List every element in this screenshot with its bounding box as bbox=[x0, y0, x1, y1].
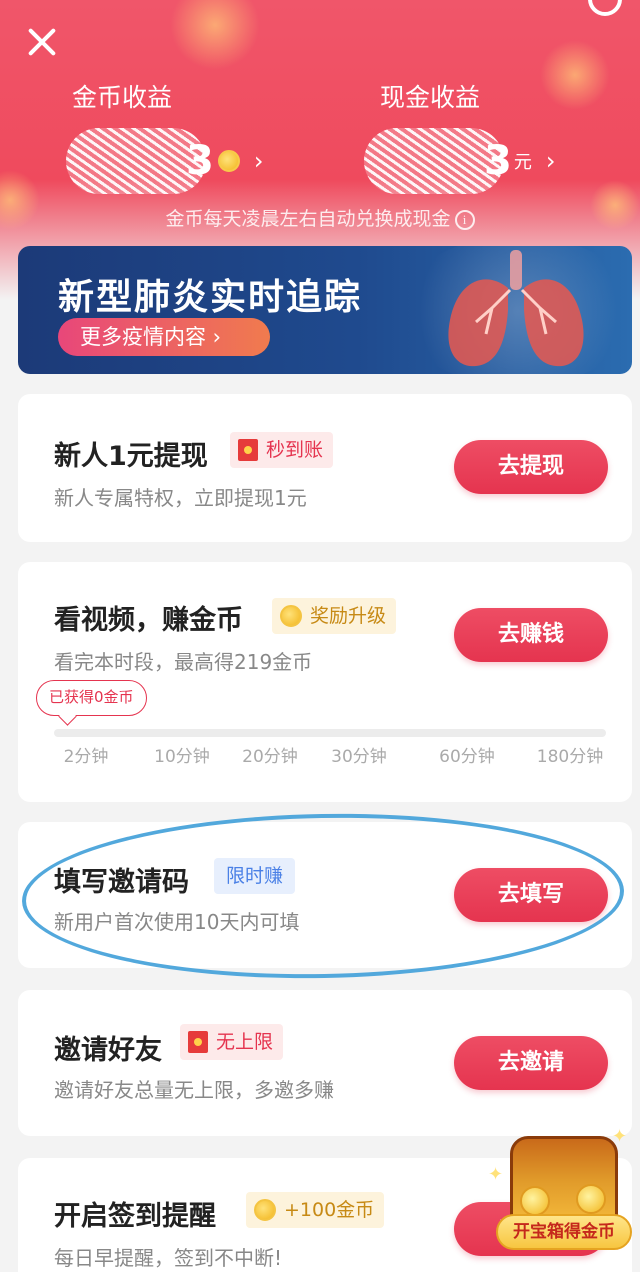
epidemic-banner[interactable]: 新型肺炎实时追踪 更多疫情内容 › bbox=[18, 246, 632, 374]
task-tag: 限时赚 bbox=[214, 858, 296, 894]
coin-icon bbox=[520, 1186, 550, 1216]
task-subtitle: 看完本时段，最高得219金币 bbox=[54, 650, 313, 674]
task-tag: 无上限 bbox=[180, 1024, 284, 1060]
coin-earnings-value[interactable]: 3 › bbox=[66, 128, 263, 194]
video-progress-track bbox=[54, 729, 606, 737]
task-title: 开启签到提醒 bbox=[54, 1201, 216, 1232]
decor-bubble bbox=[170, 0, 260, 70]
chevron-right-icon: › bbox=[253, 147, 264, 175]
task-tag: 秒到账 bbox=[230, 432, 334, 468]
gear-icon[interactable] bbox=[588, 0, 622, 16]
withdraw-button[interactable]: 去提现 bbox=[454, 440, 608, 494]
red-envelope-icon bbox=[188, 1031, 208, 1053]
task-card-newcomer-withdraw: 新人1元提现 秒到账 新人专属特权，立即提现1元 去提现 bbox=[18, 394, 632, 542]
more-epidemic-button[interactable]: 更多疫情内容 › bbox=[58, 318, 270, 356]
task-card-watch-video: 看视频，赚金币 奖励升级 看完本时段，最高得219金币 去赚钱 已获得0金币 2… bbox=[18, 562, 632, 802]
decor-bubble bbox=[540, 40, 610, 110]
progress-tick-label: 10分钟 bbox=[154, 747, 210, 767]
task-subtitle: 每日早提醒，签到不中断! bbox=[54, 1246, 283, 1270]
task-tag: +100金币 bbox=[246, 1192, 385, 1228]
treasure-chest-button[interactable]: ✦ ✦ 开宝箱得金币 bbox=[488, 1126, 632, 1250]
task-title: 看视频，赚金币 bbox=[54, 605, 243, 636]
coin-earnings-label: 金币收益 bbox=[72, 83, 173, 112]
progress-tick-label: 180分钟 bbox=[536, 747, 604, 767]
earn-button[interactable]: 去赚钱 bbox=[454, 608, 608, 662]
banner-title: 新型肺炎实时追踪 bbox=[58, 277, 363, 318]
progress-tick-label: 30分钟 bbox=[331, 747, 387, 767]
task-title: 新人1元提现 bbox=[54, 441, 208, 472]
sparkle-icon: ✦ bbox=[488, 1164, 504, 1185]
task-subtitle: 邀请好友总量无上限，多邀多赚 bbox=[54, 1078, 334, 1102]
close-icon[interactable] bbox=[22, 22, 62, 62]
task-subtitle: 新人专属特权，立即提现1元 bbox=[54, 486, 307, 510]
progress-tick-label: 2分钟 bbox=[63, 747, 109, 767]
coin-icon bbox=[217, 150, 240, 172]
task-subtitle: 新用户首次使用10天内可填 bbox=[54, 910, 300, 934]
exchange-tip: 金币每天凌晨左右自动兑换成现金 i bbox=[0, 204, 640, 231]
invite-button[interactable]: 去邀请 bbox=[454, 1036, 608, 1090]
task-card-invite-code: 填写邀请码 限时赚 新用户首次使用10天内可填 去填写 bbox=[18, 822, 632, 968]
coin-icon bbox=[576, 1184, 606, 1214]
red-envelope-icon bbox=[238, 439, 258, 461]
progress-tick-label: 20分钟 bbox=[242, 747, 298, 767]
lungs-icon bbox=[448, 250, 584, 367]
task-card-invite-friends: 邀请好友 无上限 邀请好友总量无上限，多邀多赚 去邀请 bbox=[18, 990, 632, 1136]
cash-earnings-value[interactable]: 3 元 › bbox=[364, 128, 555, 194]
task-tag: 奖励升级 bbox=[272, 598, 397, 634]
progress-tick-label: 60分钟 bbox=[439, 747, 495, 767]
cash-earnings-label: 现金收益 bbox=[380, 83, 481, 112]
info-icon[interactable]: i bbox=[454, 210, 475, 230]
chevron-right-icon: › bbox=[545, 147, 556, 175]
earned-coins-badge: 已获得0金币 bbox=[36, 680, 147, 716]
redaction-scribble bbox=[66, 128, 206, 194]
coin-icon bbox=[280, 605, 302, 627]
task-title: 邀请好友 bbox=[54, 1035, 162, 1066]
task-title: 填写邀请码 bbox=[54, 867, 189, 898]
coin-icon bbox=[254, 1199, 276, 1221]
fill-code-button[interactable]: 去填写 bbox=[454, 868, 608, 922]
redaction-scribble bbox=[364, 128, 504, 194]
treasure-chest-label: 开宝箱得金币 bbox=[496, 1214, 632, 1250]
